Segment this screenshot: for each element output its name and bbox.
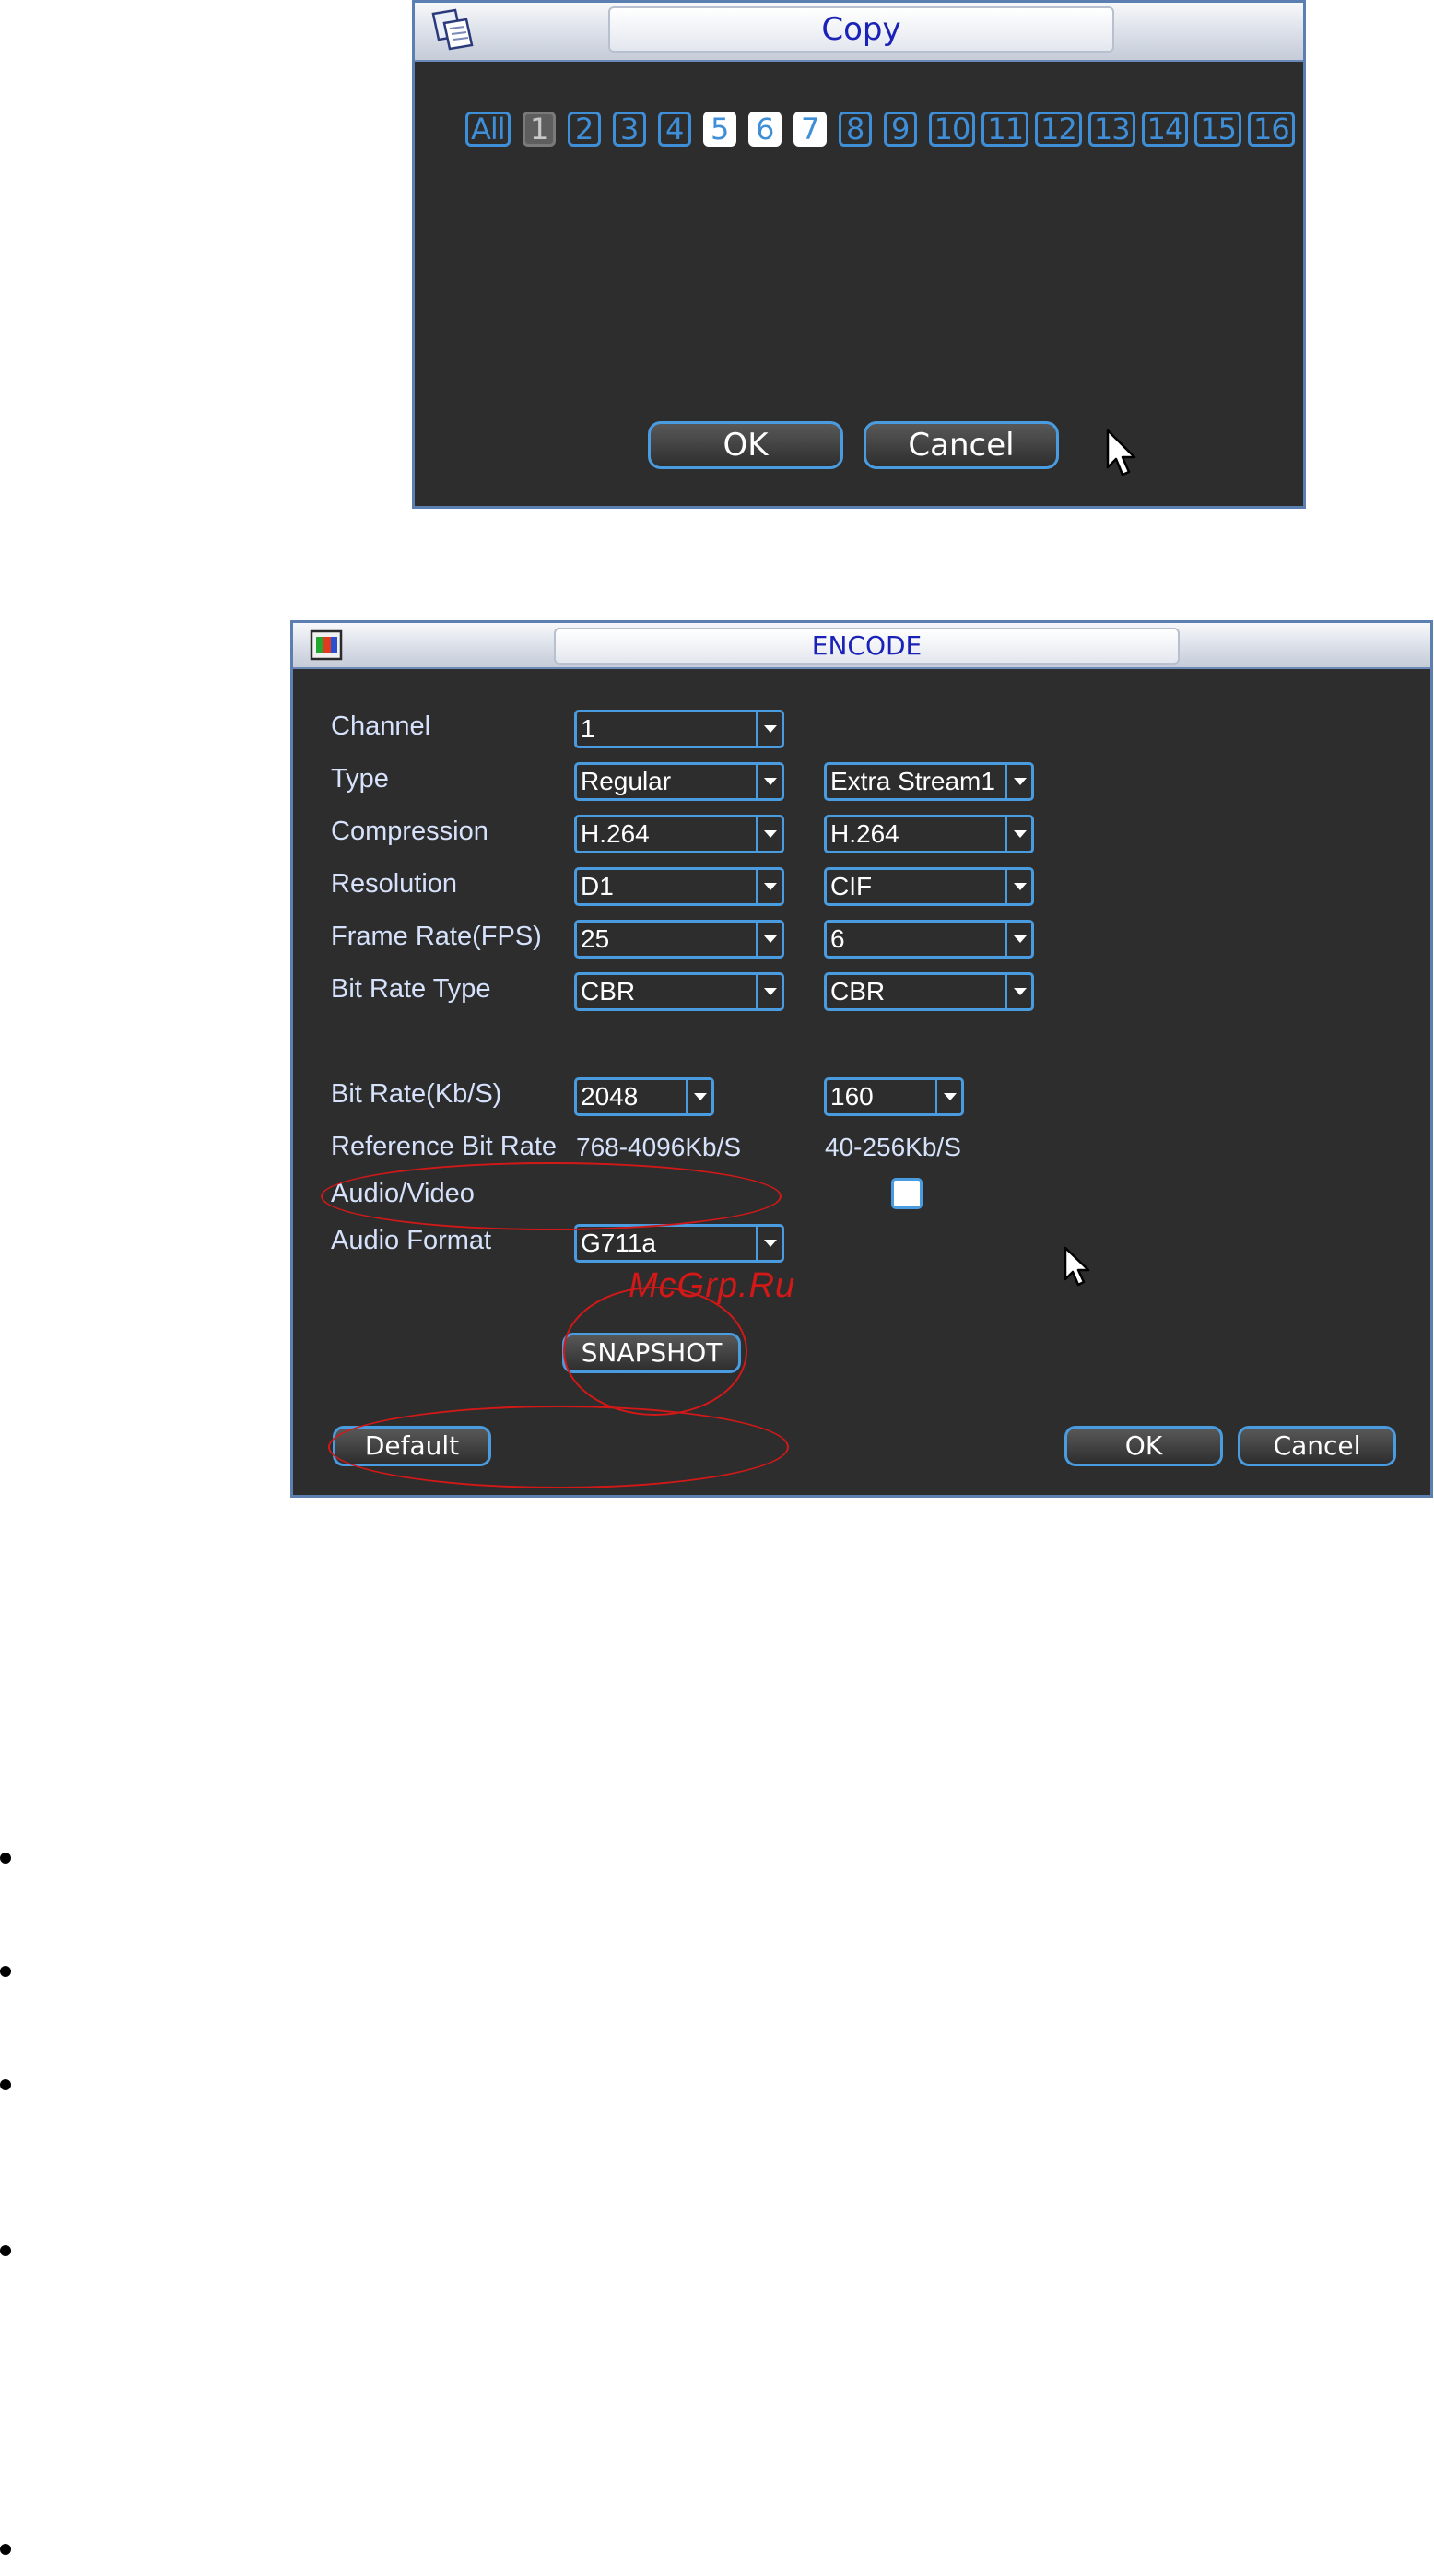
- audio-format-select-value: G711a: [581, 1229, 656, 1257]
- channel-checkbox-3[interactable]: 3: [612, 112, 646, 147]
- channel-checkbox-15[interactable]: 15: [1194, 112, 1241, 147]
- compression-select-value: H.264: [581, 819, 650, 848]
- extra-compression-select[interactable]: H.264: [824, 815, 1034, 853]
- encode-dialog-title: ENCODE: [554, 628, 1180, 665]
- channel-checkbox-1[interactable]: 1: [522, 112, 556, 147]
- channel-checkbox-5[interactable]: 5: [702, 112, 736, 147]
- bit-rate-type-select[interactable]: CBR: [574, 972, 784, 1011]
- frame-rate-select[interactable]: 25: [574, 920, 784, 959]
- type-select-value: Regular: [581, 767, 672, 795]
- bit-rate-type-select-value: CBR: [581, 977, 636, 1006]
- frame-rate-select-value: 25: [581, 924, 610, 953]
- encode-palette-icon: [310, 629, 343, 661]
- channel-checkbox-12[interactable]: 12: [1035, 112, 1082, 147]
- channel-select-value: 1: [581, 714, 595, 743]
- bullet-point: [0, 2079, 11, 2090]
- channel-checkbox-13[interactable]: 13: [1087, 112, 1135, 147]
- chevron-down-icon[interactable]: [1005, 870, 1031, 903]
- extra-reference-bit-rate: 40-256Kb/S: [825, 1133, 961, 1161]
- encode-cancel-button[interactable]: Cancel: [1238, 1426, 1396, 1466]
- bit-rate-select-value: 2048: [581, 1082, 639, 1111]
- channel-checkbox-7[interactable]: 7: [793, 112, 827, 147]
- channel-checkbox-all[interactable]: All: [465, 112, 511, 147]
- chevron-down-icon[interactable]: [756, 1227, 782, 1260]
- chevron-down-icon[interactable]: [1005, 923, 1031, 956]
- bullet-point: [0, 1853, 11, 1864]
- extra-resolution-select[interactable]: CIF: [824, 867, 1034, 906]
- bullet-point: [0, 2544, 11, 2555]
- chevron-down-icon[interactable]: [756, 817, 782, 851]
- copy-cancel-button[interactable]: Cancel: [864, 421, 1059, 469]
- copy-dialog: Copy All 1 2 3 4 5 6 7 8 9 10 11 12 13 14 15 16 OK Cance…: [412, 0, 1306, 509]
- chevron-down-icon[interactable]: [935, 1080, 961, 1113]
- mouse-pointer-icon: [1106, 429, 1136, 476]
- bit-rate-select[interactable]: 2048: [574, 1077, 714, 1116]
- compression-label: Compression: [331, 817, 488, 846]
- channel-label: Channel: [331, 712, 431, 741]
- main-reference-bit-rate: 768-4096Kb/S: [576, 1133, 742, 1161]
- channel-checkbox-4[interactable]: 4: [657, 112, 691, 147]
- chevron-down-icon[interactable]: [756, 712, 782, 746]
- extra-resolution-select-value: CIF: [830, 872, 873, 900]
- bit-rate-label: Bit Rate(Kb/S): [331, 1079, 502, 1109]
- extra-type-select[interactable]: Extra Stream1: [824, 762, 1034, 801]
- chevron-down-icon[interactable]: [756, 870, 782, 903]
- extra-frame-rate-select-value: 6: [830, 924, 845, 953]
- type-label: Type: [331, 764, 389, 794]
- channel-checkbox-11[interactable]: 11: [981, 112, 1029, 147]
- chevron-down-icon[interactable]: [1005, 975, 1031, 1008]
- encode-ok-button[interactable]: OK: [1064, 1426, 1223, 1466]
- channel-checkbox-8[interactable]: 8: [838, 112, 872, 147]
- channel-checkbox-2[interactable]: 2: [567, 112, 601, 147]
- copy-pages-icon: [431, 8, 474, 51]
- extra-bit-rate-select[interactable]: 160: [824, 1077, 964, 1116]
- encode-title-bar: ENCODE: [293, 623, 1430, 669]
- channel-checkbox-16[interactable]: 16: [1247, 112, 1295, 147]
- resolution-select-value: D1: [581, 872, 614, 900]
- copy-ok-button[interactable]: OK: [648, 421, 843, 469]
- resolution-select[interactable]: D1: [574, 867, 784, 906]
- mouse-pointer-icon: [1064, 1246, 1090, 1287]
- channel-select[interactable]: 1: [574, 710, 784, 748]
- chevron-down-icon[interactable]: [686, 1080, 711, 1113]
- copy-dialog-title: Copy: [608, 6, 1114, 53]
- frame-rate-label: Frame Rate(FPS): [331, 922, 542, 951]
- extra-bit-rate-type-select-value: CBR: [830, 977, 886, 1006]
- channel-checkbox-14[interactable]: 14: [1141, 112, 1189, 147]
- copy-channel-checkboxes: All 1 2 3 4 5 6 7 8 9 10 11 12 13 14 15 16: [465, 112, 1301, 152]
- chevron-down-icon[interactable]: [756, 923, 782, 956]
- reference-bit-rate-label: Reference Bit Rate: [331, 1132, 558, 1161]
- chevron-down-icon[interactable]: [1005, 765, 1031, 798]
- extra-bit-rate-select-value: 160: [830, 1082, 874, 1111]
- channel-checkbox-6[interactable]: 6: [747, 112, 782, 147]
- compression-select[interactable]: H.264: [574, 815, 784, 853]
- copy-title-bar: Copy: [415, 3, 1303, 62]
- extra-bit-rate-type-select[interactable]: CBR: [824, 972, 1034, 1011]
- channel-checkbox-10[interactable]: 10: [928, 112, 976, 147]
- audio-format-select[interactable]: G711a: [574, 1224, 784, 1263]
- type-select[interactable]: Regular: [574, 762, 784, 801]
- chevron-down-icon[interactable]: [756, 765, 782, 798]
- audio-format-label: Audio Format: [331, 1226, 492, 1255]
- extra-compression-select-value: H.264: [830, 819, 899, 848]
- encode-dialog: ENCODE Channel Type Compression Resoluti…: [290, 620, 1433, 1498]
- bullet-point: [0, 2245, 11, 2256]
- snapshot-highlight-ellipse: [563, 1287, 747, 1416]
- chevron-down-icon[interactable]: [1005, 817, 1031, 851]
- watermark-text: McGrp.Ru: [629, 1266, 796, 1305]
- resolution-label: Resolution: [331, 869, 458, 899]
- default-highlight-ellipse: [328, 1406, 789, 1488]
- channel-checkbox-9[interactable]: 9: [883, 112, 917, 147]
- extra-frame-rate-select[interactable]: 6: [824, 920, 1034, 959]
- extra-type-select-value: Extra Stream1: [830, 767, 995, 795]
- audio-video-highlight-ellipse: [321, 1162, 782, 1230]
- chevron-down-icon[interactable]: [756, 975, 782, 1008]
- audio-video-checkbox[interactable]: [891, 1178, 923, 1209]
- bit-rate-type-label: Bit Rate Type: [331, 974, 491, 1004]
- bullet-point: [0, 1966, 11, 1977]
